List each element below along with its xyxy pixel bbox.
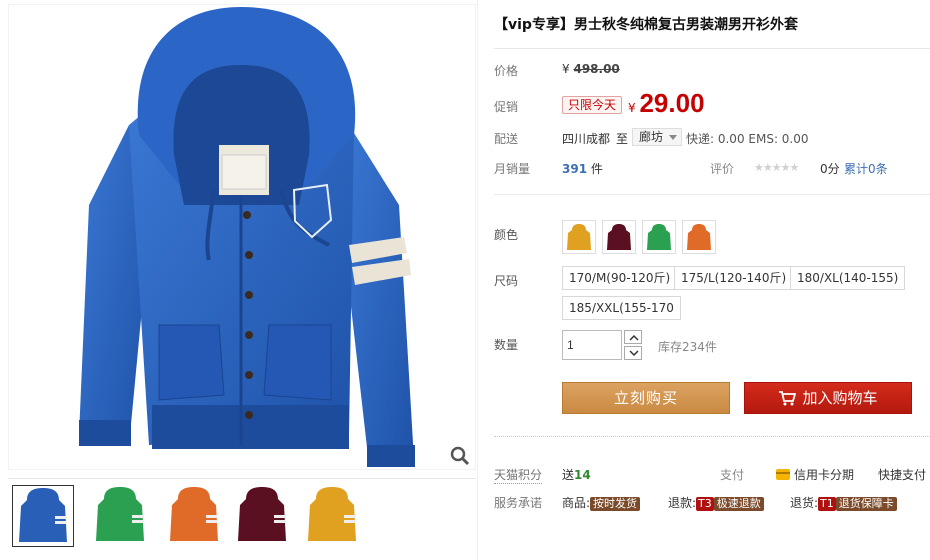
credit-card-icon [776, 469, 790, 480]
thumbnail-blue[interactable] [12, 485, 74, 547]
size-option-m[interactable]: 170/M(90-120斤) [562, 266, 678, 290]
ship-to-word: 至 [616, 132, 629, 146]
credit-installment-label: 信用卡分期 [794, 468, 855, 482]
service-refund-prefix: 退款: [668, 496, 697, 510]
destination-value: 廊坊 [639, 130, 664, 144]
size-option-xl[interactable]: 180/XL(140-155) [790, 266, 906, 290]
refund-code-badge: T3 [696, 497, 714, 511]
shipping-fees: 快递: 0.00 EMS: 0.00 [686, 132, 809, 146]
product-info-panel: 【vip专享】男士秋冬纯棉复古男装潮男开衫外套 价格 ¥ 498.00 促销 只… [494, 0, 930, 560]
quantity-increase-button[interactable] [624, 330, 642, 344]
add-to-cart-label: 加入购物车 [802, 389, 878, 407]
sales-unit: 件 [590, 162, 603, 176]
service-refund: 退款: T3 极速退款 [668, 494, 764, 511]
magnifier-icon[interactable] [449, 445, 471, 467]
points-value: 送14 [562, 466, 591, 483]
thumbnail-orange[interactable] [164, 485, 226, 547]
buy-now-button[interactable]: 立刻购买 [562, 382, 730, 414]
shipping-label: 配送 [494, 132, 519, 146]
service-return-prefix: 退货: [790, 496, 819, 510]
cart-icon [779, 391, 797, 406]
hoodie-illustration [79, 7, 415, 467]
sales-label: 月销量 [494, 162, 531, 176]
rating-score: 0分 [820, 162, 840, 176]
on-time-delivery-tag: 按时发货 [590, 497, 641, 511]
promo-price-value: 29.00 [639, 88, 705, 118]
add-to-cart-button[interactable]: 加入购物车 [744, 382, 912, 414]
points-number: 14 [574, 468, 591, 482]
points-prefix: 送 [562, 468, 575, 482]
rating-stars-icon: ★★★★★ [754, 161, 799, 174]
original-price-value: 498.00 [573, 62, 620, 76]
reviews-link[interactable]: 累计0条 [844, 160, 888, 177]
quantity-decrease-button[interactable] [624, 346, 642, 360]
sales-count-value: 391 [562, 162, 588, 176]
thumbnail-strip [8, 478, 476, 556]
destination-select[interactable]: 廊坊 [632, 128, 683, 146]
return-code-badge: T1 [818, 497, 836, 511]
original-price: ¥ 498.00 [562, 62, 620, 76]
color-swatch-maroon[interactable] [602, 220, 636, 254]
service-section [494, 436, 930, 536]
quantity-input[interactable] [562, 330, 622, 360]
service-goods: 商品: 按时发货 [562, 494, 641, 511]
product-gallery [0, 0, 478, 560]
chevron-up-icon [629, 334, 639, 341]
quantity-label: 数量 [494, 338, 519, 352]
ship-from: 四川成都 [562, 132, 611, 146]
main-product-image[interactable] [8, 4, 476, 470]
thumbnail-maroon[interactable] [232, 485, 294, 547]
color-label: 颜色 [494, 228, 519, 242]
sales-count: 391 件 [562, 160, 603, 177]
return-guarantee-tag: 退货保障卡 [835, 497, 897, 511]
payment-label: 支付 [720, 468, 745, 482]
size-label: 尺码 [494, 274, 519, 288]
divider [494, 194, 930, 195]
color-swatch-orange[interactable] [682, 220, 716, 254]
promo-label: 促销 [494, 100, 519, 114]
promo-currency: ¥ [628, 101, 636, 115]
rating-label: 评价 [710, 162, 735, 176]
quick-pay[interactable]: 快捷支付 [878, 466, 926, 483]
price-label: 价格 [494, 64, 519, 78]
credit-installment[interactable]: 信用卡分期 [776, 466, 854, 483]
service-return: 退货: T1 退货保障卡 [790, 494, 897, 511]
original-currency: ¥ [562, 62, 570, 76]
chevron-down-icon [629, 350, 639, 357]
tmall-points-label: 天猫积分 [494, 468, 543, 484]
color-swatch-yellow[interactable] [562, 220, 596, 254]
thumbnail-yellow[interactable] [302, 485, 364, 547]
thumbnail-green[interactable] [90, 485, 152, 547]
size-option-l[interactable]: 175/L(120-140斤) [674, 266, 794, 290]
color-swatch-green[interactable] [642, 220, 676, 254]
service-goods-prefix: 商品: [562, 496, 591, 510]
size-option-xxl[interactable]: 185/XXL(155-170 [562, 296, 681, 320]
fast-refund-tag: 极速退款 [713, 497, 764, 511]
chevron-down-icon [669, 135, 678, 140]
limited-time-badge: 只限今天 [562, 96, 623, 114]
product-title: 【vip专享】男士秋冬纯棉复古男装潮男开衫外套 [494, 17, 798, 33]
stock-count: 库存234件 [658, 340, 717, 354]
promo-price: ¥ 29.00 [628, 88, 705, 119]
service-promise-label: 服务承诺 [494, 496, 543, 510]
